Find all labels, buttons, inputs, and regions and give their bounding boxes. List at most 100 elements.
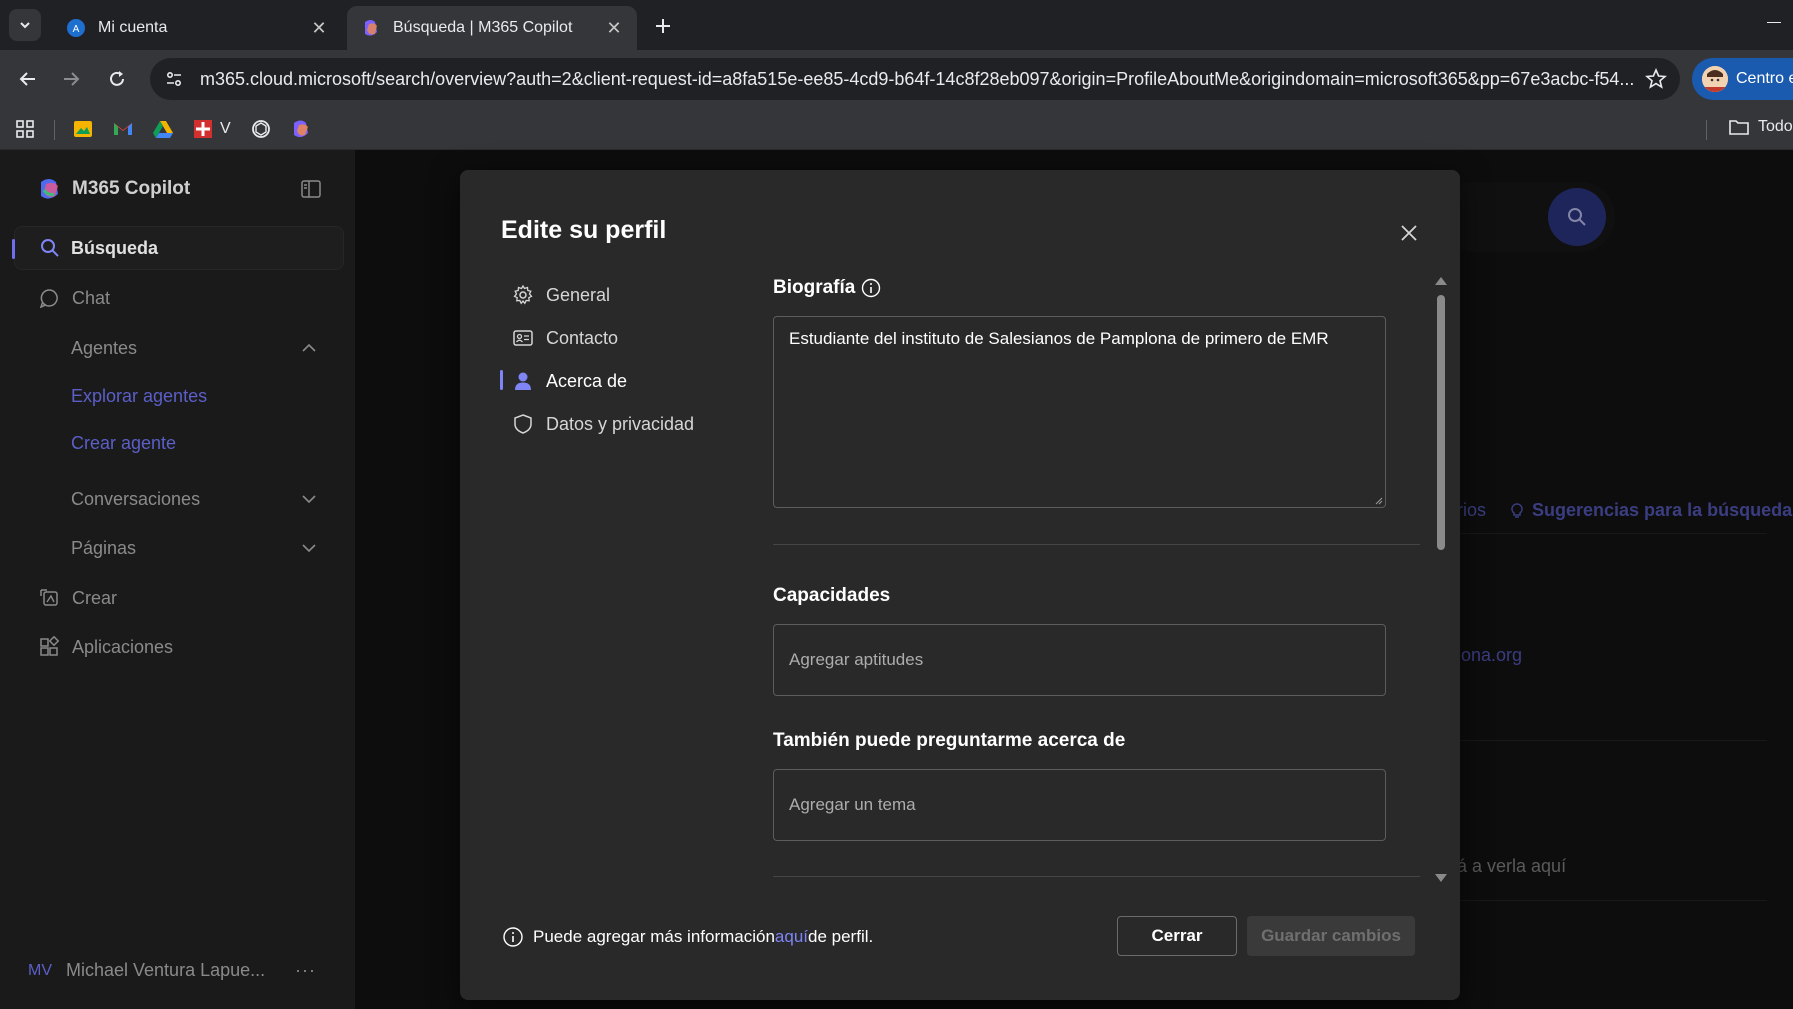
dialog-nav-label: General [546, 284, 611, 305]
apps-grid-button[interactable] [14, 117, 36, 141]
openai-icon [252, 120, 270, 138]
bookmark-folder-todo[interactable]: Todo [1728, 118, 1793, 136]
info-icon[interactable] [861, 278, 881, 298]
profile-chip[interactable]: Centro e [1692, 58, 1793, 100]
chevron-down-icon [20, 22, 30, 29]
sidebar: M365 Copilot Búsqueda Chat Agentes Explo… [0, 150, 355, 1009]
sidebar-item-aplicaciones[interactable]: Aplicaciones [38, 636, 173, 658]
topic-input[interactable]: Agregar un tema [773, 769, 1386, 841]
bookmark-label: V [220, 120, 231, 137]
chevron-down-icon[interactable] [300, 490, 318, 508]
dialog-nav-label: Datos y privacidad [546, 413, 695, 434]
folder-icon [1729, 120, 1749, 135]
sidebar-item-label: Agentes [71, 338, 138, 358]
footer-prefix: Puede agregar más información [533, 927, 775, 946]
dialog-nav-label: Contacto [546, 327, 619, 348]
dialog-nav-datos-privacidad[interactable]: Datos y privacidad [512, 413, 694, 435]
bookmark-star-icon[interactable] [1644, 67, 1668, 91]
copilot-icon [294, 120, 308, 138]
url-text: m365.cloud.microsoft/search/overview?aut… [200, 68, 1634, 89]
dialog-nav-label: Acerca de [546, 370, 628, 391]
svg-text:A: A [73, 24, 80, 35]
resize-handle-icon[interactable] [1375, 497, 1383, 505]
photos-icon [74, 121, 92, 137]
minimize-window-button[interactable] [1767, 22, 1781, 23]
new-tab-button[interactable] [650, 13, 676, 39]
footer-suffix: de perfil. [808, 927, 874, 946]
section-title-biografia: Biografía [773, 277, 881, 299]
scroll-up-arrow[interactable] [1435, 277, 1447, 285]
bookmarks-bar: V Todo [0, 108, 1793, 150]
biography-textarea[interactable]: Estudiante del instituto de Salesianos d… [773, 316, 1386, 508]
sidebar-item-label: Conversaciones [71, 489, 201, 509]
copilot-favicon-icon [365, 20, 377, 36]
edit-profile-dialog: Edite su perfil General Contacto Acerca … [460, 170, 1460, 1000]
account-favicon-icon: A [67, 19, 85, 37]
m365-copilot-logo-icon [41, 179, 58, 199]
sidebar-item-crear-agente[interactable]: Crear agente [71, 433, 176, 454]
sidebar-item-busqueda[interactable]: Búsqueda [12, 226, 344, 270]
footer-note: Puede agregar más información aquí de pe… [502, 926, 873, 948]
chevron-down-icon[interactable] [300, 539, 318, 557]
section-title-ask-me: También puede preguntarme acerca de [773, 730, 1125, 752]
topic-placeholder: Agregar un tema [789, 795, 916, 814]
reload-button[interactable] [102, 64, 132, 94]
close-icon[interactable] [1398, 222, 1420, 244]
forward-button[interactable] [56, 64, 86, 94]
sidebar-item-chat[interactable]: Chat [38, 287, 110, 309]
skills-input[interactable]: Agregar aptitudes [773, 624, 1386, 696]
bookmark-v[interactable]: V [192, 117, 231, 141]
sidebar-toggle-icon[interactable] [300, 178, 322, 200]
tab-strip: A Mi cuenta ✕ Búsqueda | M365 Copilot ✕ [0, 0, 1793, 50]
close-button[interactable]: Cerrar [1117, 916, 1237, 956]
back-button[interactable] [13, 64, 43, 94]
sidebar-item-paginas[interactable]: Páginas [71, 538, 136, 559]
sidebar-item-crear[interactable]: Crear [38, 587, 117, 609]
tab-busqueda[interactable]: Búsqueda | M365 Copilot ✕ [347, 6, 637, 50]
sidebar-item-conversaciones[interactable]: Conversaciones [71, 489, 200, 510]
chevron-up-icon[interactable] [300, 339, 318, 357]
brand[interactable]: M365 Copilot [36, 176, 190, 202]
tab-close-icon[interactable]: ✕ [605, 18, 623, 38]
person-icon [515, 372, 531, 390]
tab-title: Mi cuenta [98, 19, 168, 36]
footer-link[interactable]: aquí [775, 927, 808, 947]
scrollbar-thumb[interactable] [1437, 295, 1445, 550]
bookmark-chatgpt[interactable] [250, 117, 272, 141]
bookmark-drive[interactable] [152, 117, 174, 141]
dialog-nav-general[interactable]: General [512, 284, 610, 306]
address-bar[interactable]: m365.cloud.microsoft/search/overview?aut… [150, 58, 1680, 100]
scroll-down-arrow[interactable] [1435, 874, 1447, 882]
active-indicator [500, 370, 503, 390]
profile-label: Centro e [1736, 70, 1793, 87]
sidebar-item-label: Aplicaciones [72, 636, 174, 657]
tab-mi-cuenta[interactable]: A Mi cuenta ✕ [52, 6, 342, 50]
sidebar-item-explorar-agentes[interactable]: Explorar agentes [71, 386, 207, 407]
arrow-left-icon [19, 72, 35, 86]
bookmark-copilot[interactable] [290, 117, 312, 141]
user-account[interactable]: MV Michael Ventura Lapue... [28, 960, 265, 981]
create-icon [40, 589, 58, 606]
dialog-title: Edite su perfil [501, 216, 667, 244]
browser-toolbar: m365.cloud.microsoft/search/overview?aut… [0, 50, 1793, 108]
section-divider [773, 876, 1420, 877]
bookmark-photos[interactable] [72, 117, 94, 141]
brand-name: M365 Copilot [72, 178, 191, 199]
sidebar-item-agentes[interactable]: Agentes [71, 338, 137, 359]
bookmark-gmail[interactable] [112, 117, 134, 141]
active-indicator [12, 239, 15, 259]
tab-close-icon[interactable]: ✕ [310, 18, 328, 38]
more-options-button[interactable]: ··· [295, 960, 316, 981]
sidebar-item-label: Crear agente [71, 433, 177, 453]
tab-search-button[interactable] [9, 9, 41, 41]
save-changes-button[interactable]: Guardar cambios [1247, 916, 1415, 956]
red-cross-icon [194, 120, 212, 138]
section-divider [773, 544, 1420, 545]
dialog-nav-acerca-de[interactable]: Acerca de [512, 370, 627, 392]
biography-text: Estudiante del instituto de Salesianos d… [789, 329, 1329, 348]
site-info-icon[interactable] [162, 67, 186, 91]
avatar [1702, 66, 1728, 92]
sidebar-item-label: Búsqueda [71, 237, 159, 258]
dialog-nav-contacto[interactable]: Contacto [512, 327, 618, 349]
divider [54, 120, 55, 140]
